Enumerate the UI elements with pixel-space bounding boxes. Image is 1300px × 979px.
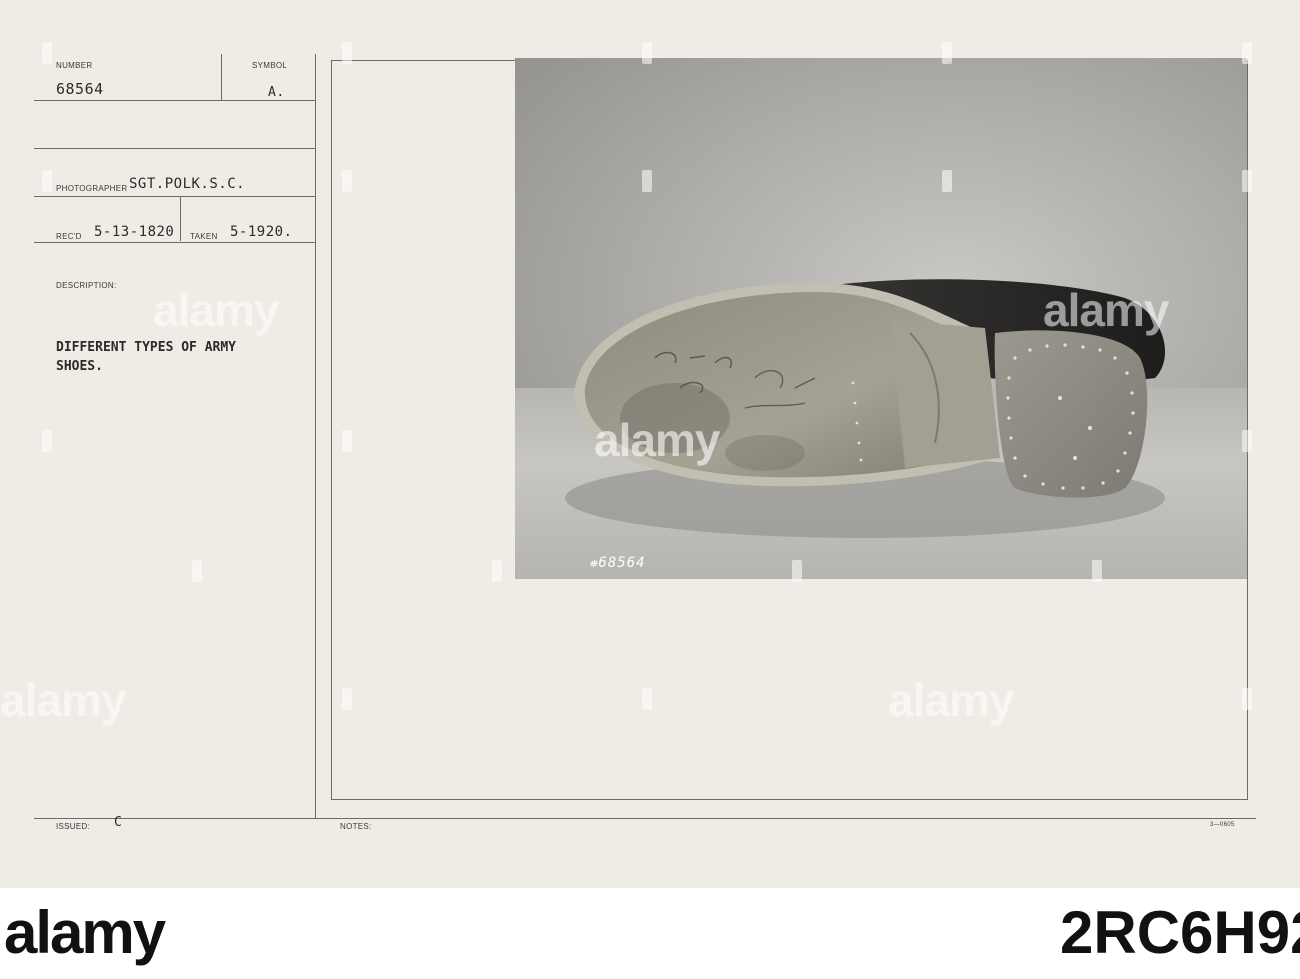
watermark: alamy [594, 414, 720, 466]
watermark: alamy [0, 674, 126, 726]
alamy-logo: alamy [4, 899, 166, 966]
watermark-mark [342, 42, 352, 64]
symbol-value: A. [268, 85, 285, 100]
divider [34, 100, 315, 101]
divider [34, 818, 1256, 819]
watermark-mark [42, 42, 52, 64]
form-code: 3—0605 [1210, 822, 1235, 828]
watermark-mark [1242, 688, 1252, 710]
taken-value: 5-1920. [230, 224, 293, 240]
watermark-mark [192, 560, 202, 582]
recd-label: REC'D [56, 232, 82, 241]
issued-value: C [114, 815, 123, 830]
watermark-mark [1242, 170, 1252, 192]
photographer-label: PHOTOGRAPHER [56, 184, 128, 193]
watermark-mark [1242, 42, 1252, 64]
description-label: DESCRIPTION: [56, 281, 117, 290]
watermark: alamy [1043, 284, 1169, 336]
symbol-label: SYMBOL [252, 61, 288, 70]
watermark-mark [42, 170, 52, 192]
stock-footer-bar: alamy 2RC6H92 [0, 888, 1300, 979]
divider [34, 148, 315, 149]
watermark-mark [642, 170, 652, 192]
watermark-mark [642, 688, 652, 710]
watermark-mark [342, 430, 352, 452]
recd-value: 5-13-1820 [94, 224, 175, 240]
watermark-mark [1242, 430, 1252, 452]
notes-label: NOTES: [340, 822, 372, 831]
watermark-mark [792, 560, 802, 582]
description-value: DIFFERENT TYPES OF ARMY SHOES. [56, 340, 237, 374]
taken-label: TAKEN [190, 232, 218, 241]
watermark: alamy [153, 284, 279, 336]
archive-record-card: NUMBER 68564 SYMBOL A. PHOTOGRAPHER SGT.… [0, 0, 1300, 888]
watermark-mark [492, 560, 502, 582]
watermark-mark [942, 42, 952, 64]
divider [34, 242, 315, 243]
number-label: NUMBER [56, 61, 93, 70]
watermark-mark [342, 688, 352, 710]
negative-number: ❋68564 [589, 555, 646, 571]
divider [315, 54, 316, 818]
divider [221, 54, 222, 100]
issued-label: ISSUED: [56, 822, 91, 831]
watermark-mark [342, 170, 352, 192]
watermark-mark [1092, 560, 1102, 582]
watermark-mark [642, 42, 652, 64]
photographer-value: SGT.POLK.S.C. [129, 176, 246, 192]
watermark: alamy [888, 674, 1014, 726]
number-value: 68564 [56, 80, 104, 98]
divider [34, 196, 315, 197]
divider [180, 197, 181, 241]
watermark-mark [42, 430, 52, 452]
image-code: 2RC6H92 [1060, 899, 1300, 966]
watermark-mark [942, 170, 952, 192]
